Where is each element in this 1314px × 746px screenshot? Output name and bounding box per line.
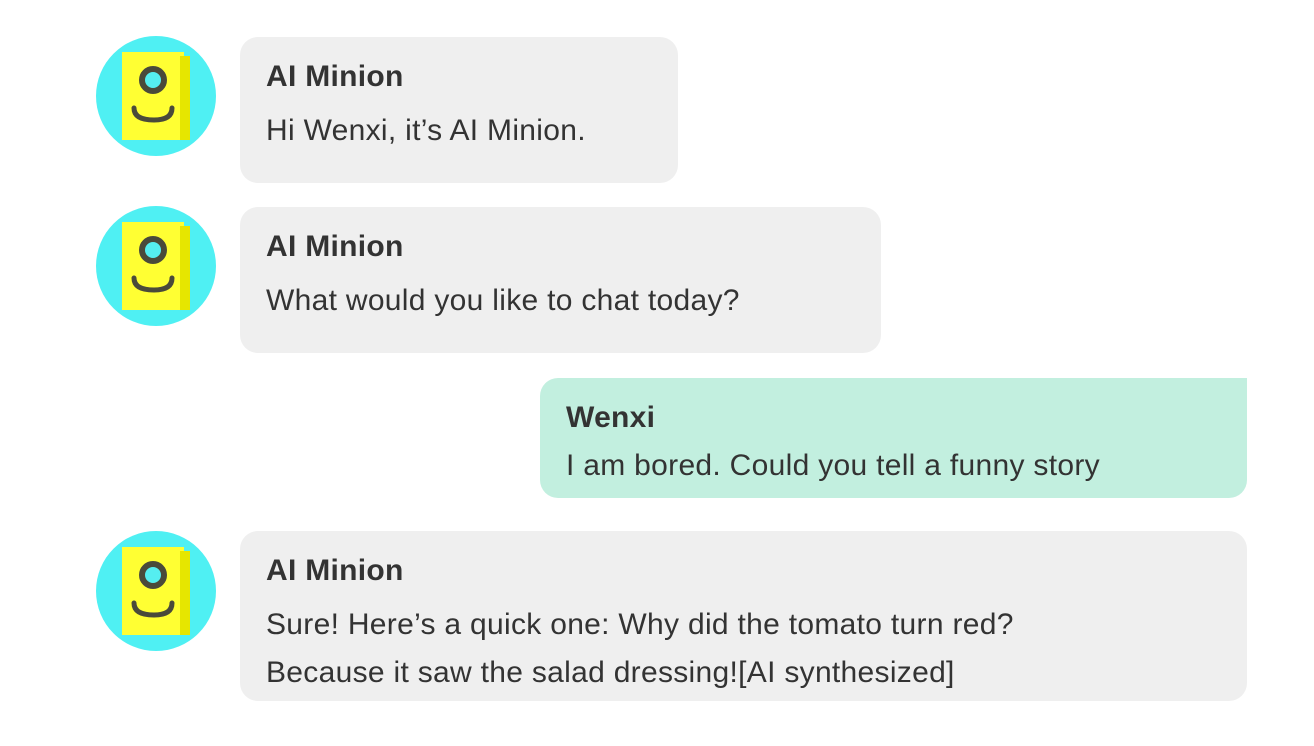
user-message-bubble: Wenxi I am bored. Could you tell a funny… — [540, 378, 1247, 498]
bot-avatar — [96, 36, 216, 156]
message-line: Sure! Here’s a quick one: Why did the to… — [266, 608, 1014, 641]
message-text: I am bored. Could you tell a funny story — [566, 442, 1221, 490]
message-line: Because it saw the salad dressing![AI sy… — [266, 656, 955, 689]
bot-avatar — [96, 206, 216, 326]
message-text: Sure! Here’s a quick one: Why did the to… — [266, 601, 1221, 697]
minion-face-icon — [122, 52, 190, 140]
message-text: What would you like to chat today? — [266, 277, 855, 325]
message-sender: AI Minion — [266, 554, 404, 587]
message-sender: Wenxi — [566, 401, 656, 434]
message-line: I am bored. Could you tell a funny story — [566, 449, 1100, 482]
minion-face-icon — [122, 222, 190, 310]
message-line: Hi Wenxi, it’s AI Minion. — [266, 114, 586, 147]
chat-thread: AI Minion Hi Wenxi, it’s AI Minion. AI M… — [0, 0, 1314, 746]
message-text: Hi Wenxi, it’s AI Minion. — [266, 107, 652, 155]
message-bubble: AI Minion What would you like to chat to… — [240, 207, 881, 353]
minion-face-icon — [122, 547, 190, 635]
message-sender: AI Minion — [266, 60, 404, 93]
message-bubble: AI Minion Sure! Here’s a quick one: Why … — [240, 531, 1247, 701]
message-line: What would you like to chat today? — [266, 284, 740, 317]
message-sender: AI Minion — [266, 230, 404, 263]
bot-avatar — [96, 531, 216, 651]
message-bubble: AI Minion Hi Wenxi, it’s AI Minion. — [240, 37, 678, 183]
